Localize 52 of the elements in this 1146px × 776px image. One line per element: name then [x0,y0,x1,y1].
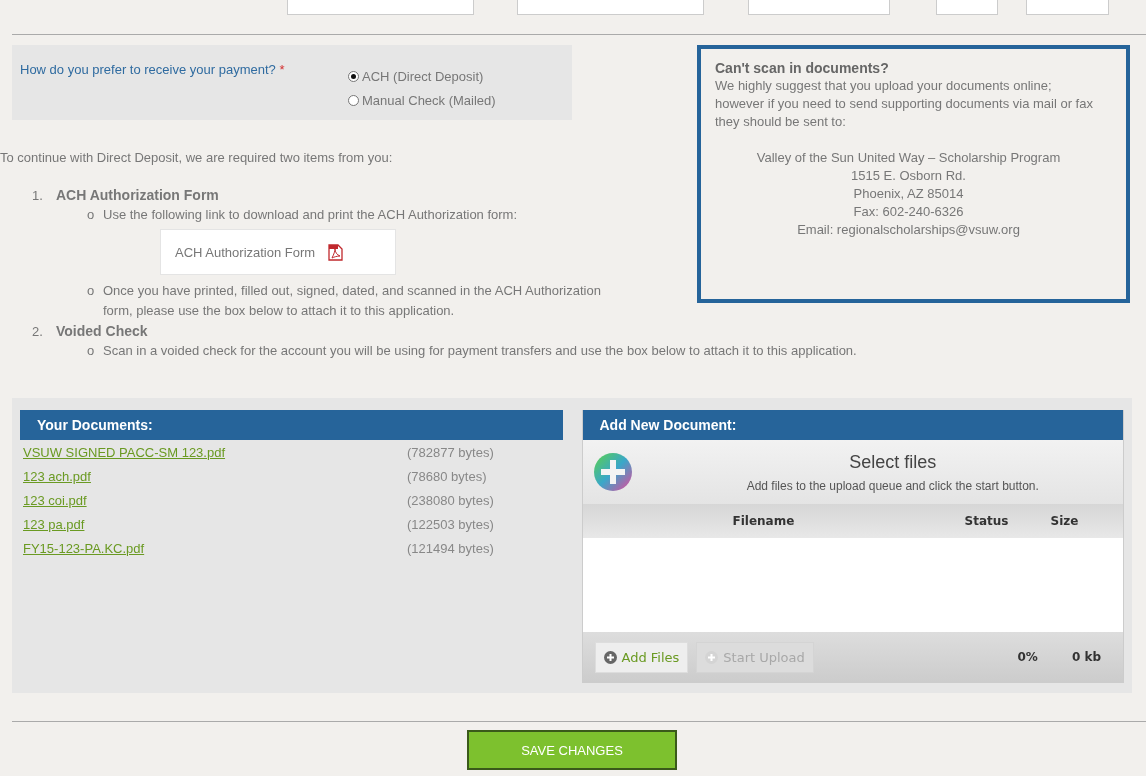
download-link[interactable]: ACH Authorization Form [160,229,396,275]
total-size: 0 kb [1071,650,1101,664]
file-link[interactable]: 123 ach.pdf [23,468,407,484]
select-title: Select files [848,451,938,473]
step-text: Once you have printed, filled out, signed, dated, and scanned in the ACH Authorization form, please use the box below to attach it to this application. [103,282,602,320]
address-line: Phoenix, AZ 85014 [852,185,965,203]
column-header: Size [1050,514,1079,528]
input-field[interactable] [287,0,474,15]
info-text: We highly suggest that you upload your documents online; however if you need to send supporting documents via mail or fax they should be sent to: [715,77,1094,131]
step-title: ACH Authorization Form [56,187,219,203]
step-text: Use the following link to download and print the ACH Authorization form: [103,206,518,224]
file-link[interactable]: 123 pa.pdf [23,516,407,532]
plus-circle-icon [603,650,617,664]
radio-option[interactable]: Manual Check (Mailed) [348,88,496,112]
step-title: Voided Check [56,323,148,339]
file-link[interactable]: 123 coi.pdf [23,492,407,508]
file-link[interactable]: FY15-123-PA.KC.pdf [23,540,407,556]
file-size: (782877 bytes) [407,444,494,460]
address-line: 1515 E. Osborn Rd. [850,167,967,185]
payment-question: How do you prefer to receive your payment? * [20,61,286,79]
save-button[interactable]: SAVE CHANGES [467,730,677,770]
file-size: (238080 bytes) [407,492,494,508]
column-header: Filename [732,514,796,528]
bullet-mark: o [87,282,96,300]
bullet-mark: o [87,206,96,224]
file-link[interactable]: VSUW SIGNED PACC-SM 123.pdf [23,444,407,460]
progress-percent: 0% [1017,650,1038,664]
address-line: Email: regionalscholarships@vsuw.org [796,221,1021,239]
file-size: (122503 bytes) [407,516,494,532]
column-header: Status [964,514,1010,528]
step-number: 1. [32,187,44,203]
address-line: Fax: 602-240-6326 [852,203,965,221]
info-title: Can't scan in documents? [715,59,890,77]
file-size: (78680 bytes) [407,468,487,484]
radio-option[interactable]: ACH (Direct Deposit) [348,64,496,88]
input-field[interactable] [1026,0,1109,15]
input-field[interactable] [748,0,890,15]
select-hint: Add files to the upload queue and click the start button. [745,478,1040,493]
input-field[interactable] [517,0,704,15]
upload-button[interactable]: Add Files [594,641,689,673]
intro-text: To continue with Direct Deposit, we are required two items from you: [0,150,393,165]
step-text: Scan in a voided check for the account you will be using for payment transfers and use the box below to attach it to this application. [103,342,857,360]
add-icon[interactable] [592,452,633,492]
file-size: (121494 bytes) [407,540,494,556]
panel-header: Your Documents: [20,410,563,440]
step-number: 2. [32,323,44,339]
plus-circle-icon [705,650,719,664]
pdf-icon [327,243,344,261]
input-field[interactable] [936,0,998,15]
panel-header: Add New Document: [582,410,1123,440]
bullet-mark: o [87,342,96,360]
address-line: Valley of the Sun United Way – Scholarship Program [755,149,1062,167]
